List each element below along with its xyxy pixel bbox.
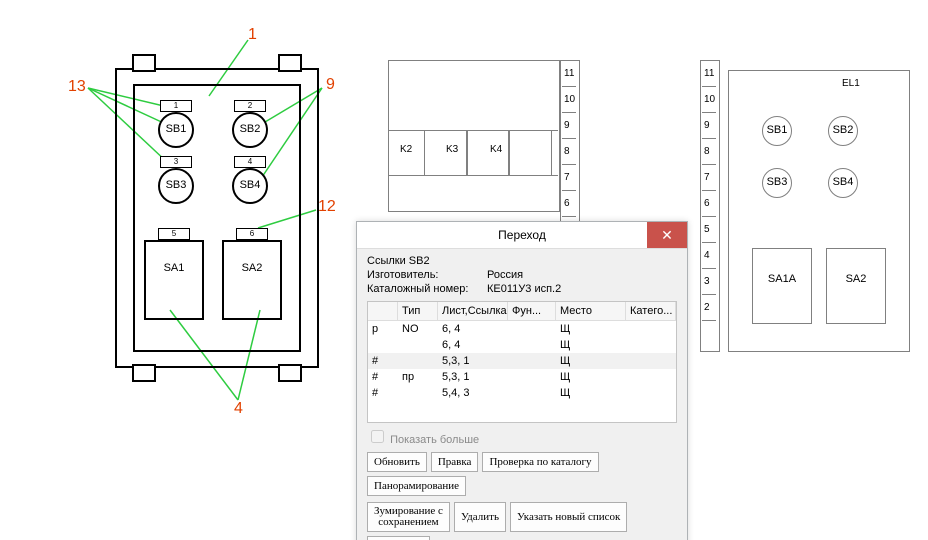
cat-label: Каталожный номер: <box>367 283 487 295</box>
callout-4: 4 <box>234 400 243 418</box>
grid-row[interactable]: #5,4, 3Щ <box>368 385 676 401</box>
zoom-in-button[interactable]: Увеличить <box>367 536 430 540</box>
links-label: Ссылки <box>367 255 406 267</box>
grid-row[interactable]: #5,3, 1Щ <box>368 353 676 369</box>
show-more-check[interactable] <box>371 430 384 443</box>
panel-foot <box>132 364 156 382</box>
panel-foot <box>278 364 302 382</box>
mfr-value: Россия <box>487 269 523 281</box>
catalog-check-button[interactable]: Проверка по каталогу <box>482 452 598 472</box>
links-grid[interactable]: Тип Лист,Ссылка Фун... Место Катего... р… <box>367 301 677 423</box>
grid-row[interactable]: #пр5,3, 1Щ <box>368 369 676 385</box>
sb2-button: SB22 <box>232 112 268 148</box>
sb4-button: SB44 <box>232 168 268 204</box>
links-value: SB2 <box>409 255 430 267</box>
dialog-titlebar[interactable]: Переход ✕ <box>357 222 687 249</box>
r-sb4: SB4 <box>828 168 858 198</box>
sb3-button: SB33 <box>158 168 194 204</box>
sa1-box: SA15 <box>144 240 204 320</box>
show-more-checkbox[interactable]: Показать больше <box>367 427 677 446</box>
grid-row[interactable]: 6, 4Щ <box>368 337 676 353</box>
sa2-box: SA26 <box>222 240 282 320</box>
r-sb3: SB3 <box>762 168 792 198</box>
close-icon[interactable]: ✕ <box>647 222 687 248</box>
panel-foot <box>132 54 156 72</box>
r-sa2: SA2 <box>826 248 886 324</box>
callout-12: 12 <box>318 198 336 216</box>
callout-13: 13 <box>68 78 86 96</box>
zoom-save-button[interactable]: Зумирование с сохранением <box>367 502 450 532</box>
callout-9: 9 <box>326 76 335 94</box>
delete-button[interactable]: Удалить <box>454 502 506 532</box>
r-sb1: SB1 <box>762 116 792 146</box>
panel-foot <box>278 54 302 72</box>
transition-dialog: Переход ✕ Ссылки SB2 Изготовитель:Россия… <box>356 221 688 540</box>
r-sb2: SB2 <box>828 116 858 146</box>
el1-label: EL1 <box>842 78 860 89</box>
dialog-title: Переход <box>498 228 546 242</box>
sb1-button: SB11 <box>158 112 194 148</box>
grid-row[interactable]: рNO6, 4Щ <box>368 321 676 337</box>
mfr-label: Изготовитель: <box>367 269 487 281</box>
grid-header: Тип Лист,Ссылка Фун... Место Катего... <box>368 302 676 321</box>
edit-button[interactable]: Правка <box>431 452 479 472</box>
r-sa1a: SA1A <box>752 248 812 324</box>
pan-button[interactable]: Панорамирование <box>367 476 466 496</box>
cat-value: КЕ011У3 исп.2 <box>487 283 561 295</box>
callout-1: 1 <box>248 26 257 44</box>
refresh-button[interactable]: Обновить <box>367 452 427 472</box>
new-list-button[interactable]: Указать новый список <box>510 502 627 532</box>
